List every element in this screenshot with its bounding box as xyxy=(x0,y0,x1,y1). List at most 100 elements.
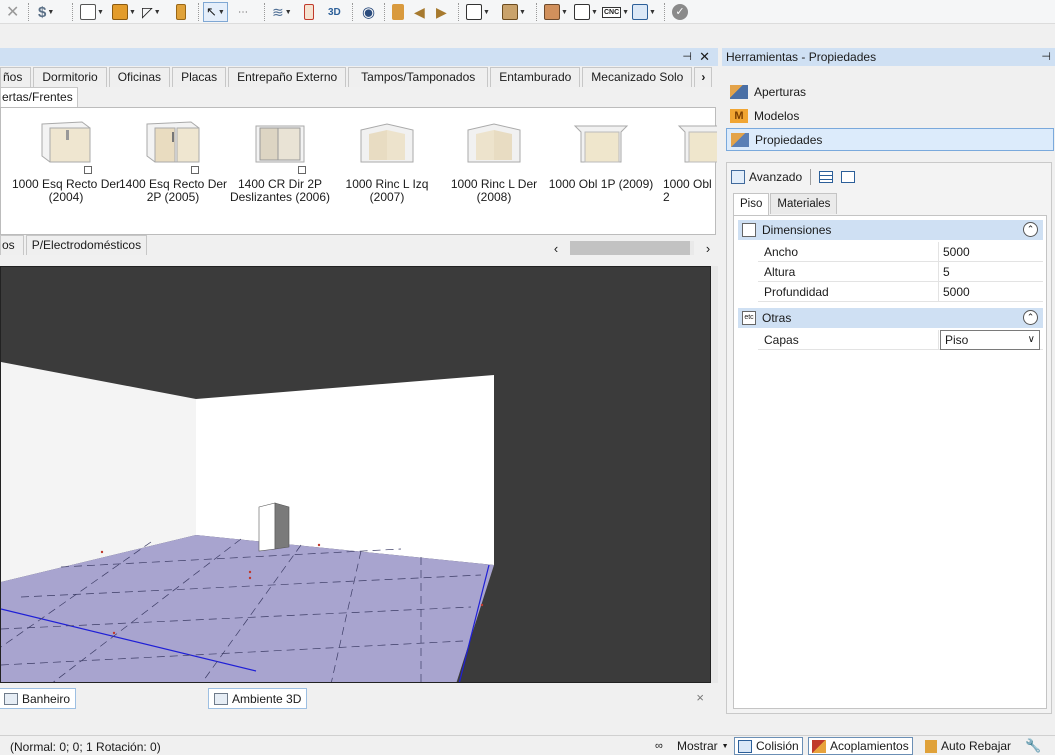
advanced-button[interactable]: Avanzado xyxy=(749,170,802,184)
library-item[interactable]: 1400 CR Dir 2P Deslizantes (2006) xyxy=(225,120,335,204)
tab-group-others[interactable]: os xyxy=(0,235,24,255)
mostrar-button[interactable]: ∞ Mostrar ▼ xyxy=(652,737,732,755)
property-row-capas[interactable]: Capas Piso ∨ xyxy=(758,330,1043,350)
accordion-label: Modelos xyxy=(754,108,800,123)
print-icon[interactable]: ▼ xyxy=(544,2,568,22)
accordion-label: Aperturas xyxy=(754,84,807,99)
cnc-icon[interactable]: CNC ▼ xyxy=(602,2,629,22)
scroll-left-icon[interactable]: ‹ xyxy=(548,241,564,256)
property-value-ancho[interactable]: 5000 xyxy=(943,245,970,259)
pin-icon[interactable]: ⊣ xyxy=(1041,48,1051,66)
box-icon[interactable]: ▼ xyxy=(502,2,526,22)
layers-icon[interactable]: ≋ ▼ xyxy=(272,2,292,22)
scroll-track[interactable] xyxy=(570,241,694,255)
chevron-down-icon: ∨ xyxy=(1027,334,1035,345)
close-document-icon[interactable]: × xyxy=(696,690,704,705)
tab-electrodomesticos[interactable]: P/Electrodomésticos xyxy=(25,235,148,255)
library-dock: ⊣ ✕ ños Dormitorio Oficinas Placas Entre… xyxy=(0,48,718,714)
category-otras[interactable]: etc Otras ⌃ xyxy=(738,308,1043,328)
cabinet-object[interactable] xyxy=(258,502,276,552)
property-row-profundidad[interactable]: Profundidad 5000 xyxy=(758,282,1043,302)
category-dimensiones[interactable]: Dimensiones ⌃ xyxy=(738,220,1043,240)
toolbar-separator xyxy=(536,3,537,21)
acoplamientos-label: Acoplamientos xyxy=(830,739,909,753)
scroll-thumb[interactable] xyxy=(570,241,690,255)
tab-mecanizado-solo[interactable]: Mecanizado Solo xyxy=(582,67,693,87)
scene-3d-icon xyxy=(214,692,228,705)
library-item[interactable]: 1000 Esq Recto Der (2004) xyxy=(11,120,121,204)
accordion-propiedades[interactable]: Propiedades xyxy=(726,128,1054,151)
frame-icon[interactable]: ▼ xyxy=(466,2,490,22)
report-icon[interactable]: ▼ xyxy=(574,2,598,22)
collapse-icon[interactable]: ⌃ xyxy=(1023,222,1038,237)
3d-viewport[interactable] xyxy=(0,266,711,683)
library-item[interactable]: 1400 Esq Recto Der 2P (2005) xyxy=(118,120,228,204)
acoplamientos-button[interactable]: Acoplamientos xyxy=(808,737,913,755)
paint-icon[interactable] xyxy=(392,2,404,22)
curve-icon[interactable]: ◸ ▼ xyxy=(142,2,161,22)
accordion-aperturas[interactable]: Aperturas xyxy=(726,80,1054,103)
more-tabs-button[interactable]: › xyxy=(694,67,713,87)
tab-oficinas[interactable]: Oficinas xyxy=(108,67,171,87)
accordion-modelos[interactable]: M Modelos xyxy=(726,104,1054,127)
library-item-label: 1000 Obl 2 xyxy=(663,177,712,204)
models-icon: M xyxy=(730,108,748,123)
forward-icon[interactable]: ▶ xyxy=(436,2,447,22)
tab-banos[interactable]: ños xyxy=(0,67,32,87)
tab-piso[interactable]: Piso xyxy=(733,193,770,215)
property-row-ancho[interactable]: Ancho 5000 xyxy=(758,242,1043,262)
category-tabs: ños Dormitorio Oficinas Placas Entrepaño… xyxy=(0,67,714,87)
properties-icon xyxy=(731,132,749,147)
eye-icon[interactable]: ◉ xyxy=(362,2,375,22)
toolbar-separator xyxy=(664,3,665,21)
measure-icon[interactable]: ⋯ xyxy=(238,2,248,22)
layout-icon[interactable]: ▼ xyxy=(80,2,104,22)
tab-dormitorio[interactable]: Dormitorio xyxy=(33,67,107,87)
price-icon[interactable]: $ ▼ xyxy=(38,2,54,22)
property-row-altura[interactable]: Altura 5 xyxy=(758,262,1043,282)
close-dock-icon[interactable]: ✕ xyxy=(699,49,710,65)
tab-puertas-frentes[interactable]: ertas/Frentes xyxy=(0,87,78,107)
pin-icon[interactable]: ⊣ xyxy=(682,50,692,63)
scroll-right-icon[interactable]: › xyxy=(700,241,716,256)
toolbar-separator xyxy=(264,3,265,21)
check-icon[interactable]: ✓ xyxy=(672,2,688,22)
library-item-label: 1400 CR Dir 2P Deslizantes (2006) xyxy=(229,177,331,204)
collapse-icon[interactable]: ⌃ xyxy=(1023,310,1038,325)
categorized-view-icon[interactable] xyxy=(819,171,834,183)
category-label: Otras xyxy=(762,311,792,325)
property-tabs: Piso Materiales xyxy=(733,193,838,215)
doc-tab-ambiente-3d[interactable]: Ambiente 3D xyxy=(208,688,308,709)
pointer-icon[interactable]: ↖ ▼ xyxy=(203,2,228,22)
view-3d-icon[interactable]: 3D xyxy=(328,2,341,22)
tab-tampos-tamponados[interactable]: Tampos/Tamponados xyxy=(348,67,489,87)
wrench-icon[interactable]: 🔧 xyxy=(1022,737,1044,755)
tab-entamburado[interactable]: Entamburado xyxy=(490,67,581,87)
alphabetical-view-icon[interactable] xyxy=(841,171,856,183)
tab-entrepano-externo[interactable]: Entrepaño Externo xyxy=(228,67,347,87)
library-item[interactable]: 1000 Rinc L Der (2008) xyxy=(439,120,549,204)
library-item-label: 1000 Rinc L Izq (2007) xyxy=(345,177,429,204)
close-icon[interactable]: ✕ xyxy=(6,2,19,22)
fitting-icon[interactable] xyxy=(176,2,186,22)
colision-button[interactable]: Colisión xyxy=(734,737,803,755)
chart-icon[interactable]: ▼ xyxy=(632,2,656,22)
gallery-scrollbar[interactable]: ‹ › xyxy=(548,238,716,258)
advanced-icon xyxy=(731,170,745,184)
library-item[interactable]: 1000 Obl 1P (2009) xyxy=(546,120,656,191)
library-item[interactable]: 1000 Rinc L Izq (2007) xyxy=(332,120,442,204)
doc-tab-banheiro[interactable]: Banheiro xyxy=(0,688,77,709)
property-value-profundidad[interactable]: 5000 xyxy=(943,285,970,299)
library-item[interactable]: 1000 Obl 2 xyxy=(653,120,717,204)
dimension-icon[interactable] xyxy=(304,2,314,22)
colision-label: Colisión xyxy=(756,739,799,753)
back-icon[interactable]: ◀ xyxy=(414,2,425,22)
auto-rebajar-button[interactable]: Auto Rebajar xyxy=(922,737,1014,755)
toolbar-separator xyxy=(458,3,459,21)
property-value-altura[interactable]: 5 xyxy=(943,265,950,279)
tab-placas[interactable]: Placas xyxy=(172,67,227,87)
capas-select[interactable]: Piso ∨ xyxy=(940,330,1040,350)
group-icon[interactable]: ▼ xyxy=(112,2,136,22)
tab-materiales[interactable]: Materiales xyxy=(770,193,838,214)
property-label: Ancho xyxy=(764,245,799,259)
